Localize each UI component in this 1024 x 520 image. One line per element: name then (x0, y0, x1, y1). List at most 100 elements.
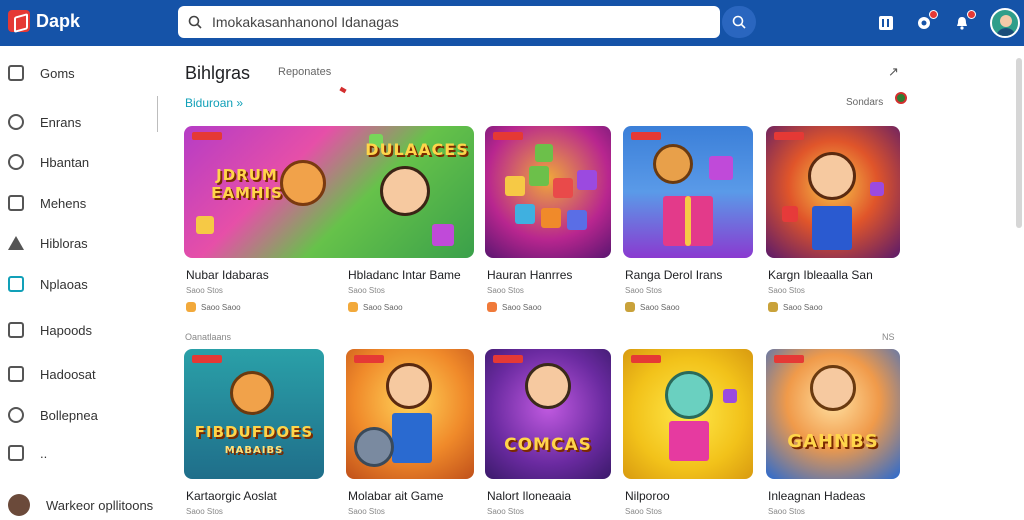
tag-badge (192, 355, 222, 363)
shield-icon (8, 154, 24, 170)
sidebar-item-more[interactable]: .. (0, 438, 158, 468)
search-icon (188, 15, 202, 29)
search-button[interactable] (722, 6, 756, 38)
game-title[interactable]: Nalort Iloneaaia (487, 489, 571, 503)
sidebar-item-goms[interactable]: Goms (0, 58, 158, 88)
sort-label[interactable]: Sondars (846, 97, 883, 108)
sidebar-item-label: Hbantan (40, 154, 90, 170)
search-input[interactable] (212, 14, 692, 30)
frying-pan (354, 427, 394, 467)
game-title[interactable]: Inleagnan Hadeas (768, 489, 865, 503)
game-card[interactable]: Ranga Derol Irans Saoo Stos Saoo Saoo (623, 126, 753, 312)
game-thumbnail[interactable] (485, 126, 611, 258)
game-thumbnail[interactable]: FIBDUFDOES MABAIBS (184, 349, 324, 479)
sidebar-item-label: Goms (40, 65, 75, 81)
sidebar-item-label: Nplaoas (40, 276, 88, 292)
game-thumbnail[interactable]: COMCAS (485, 349, 611, 479)
game-card[interactable]: JDRUM EAMHIS DULAACES Nubar Idabaras Sao… (184, 126, 474, 312)
game-card[interactable]: GAHNBS Inleagnan Hadeas Saoo Stos (766, 349, 900, 516)
alert-badge (967, 10, 976, 19)
character-fox (653, 144, 693, 184)
tag-badge (192, 132, 222, 140)
checkbox-icon (8, 195, 24, 211)
alerts-button[interactable] (952, 10, 976, 33)
page-subtitle[interactable]: Reponates (278, 66, 331, 78)
character-hero (808, 152, 856, 200)
ribbon-shape (685, 196, 691, 246)
thumbnail-title: GAHNBS (787, 431, 879, 452)
sidebar-item-hbantan[interactable]: Hbantan (0, 147, 158, 177)
tag-badge (774, 355, 804, 363)
sidebar: Goms Enrans Hbantan Mehens Hibloras Npla… (0, 46, 158, 516)
rating-icon (186, 302, 196, 312)
game-meta: Saoo Stos (768, 286, 805, 295)
game-title[interactable]: Hauran Hanrres (487, 268, 572, 282)
game-title[interactable]: Ranga Derol Irans (625, 268, 722, 282)
thumbnail-subtitle: MABAIBS (224, 445, 284, 456)
game-card[interactable]: Nilporoo Saoo Stos (623, 349, 753, 516)
thumbnail-title: COMCAS (504, 435, 592, 455)
sidebar-item-enrans[interactable]: Enrans (0, 107, 158, 137)
sidebar-item-hadoosat[interactable]: Hadoosat (0, 359, 158, 389)
gear-icon (8, 407, 24, 423)
sidebar-item-bollepnea[interactable]: Bollepnea (0, 400, 158, 430)
person-icon (8, 114, 24, 130)
rating-icon (348, 302, 358, 312)
sidebar-item-label: Hibloras (40, 235, 88, 251)
game-title[interactable]: Nubar Idabaras (186, 268, 269, 282)
cube-shape (553, 178, 573, 198)
search-bar[interactable] (178, 6, 720, 38)
user-avatar[interactable] (990, 8, 1020, 38)
section-label[interactable]: Biduroan » (185, 96, 243, 110)
game-title[interactable]: Kargn Ibleaalla San (768, 268, 873, 282)
rating-text: Saoo Saoo (363, 302, 403, 312)
game-meta: Saoo Stos (348, 286, 385, 295)
game-rating: Saoo Saoo (186, 302, 241, 312)
game-rating: Saoo Saoo (487, 302, 542, 312)
game-thumbnail[interactable] (346, 349, 474, 479)
cube-shape (432, 224, 454, 246)
game-title[interactable]: Kartaorgic Aoslat (186, 489, 277, 503)
game-thumbnail[interactable] (766, 126, 900, 258)
character-creature (230, 371, 274, 415)
game-thumbnail[interactable] (623, 349, 753, 479)
notifications-button[interactable] (914, 10, 938, 33)
app-name: Dapk (36, 10, 81, 31)
game-meta: Saoo Stos (487, 286, 524, 295)
rating-icon (768, 302, 778, 312)
library-button[interactable] (876, 13, 896, 33)
sidebar-item-hibloras[interactable]: Hibloras (0, 228, 158, 258)
game-card[interactable]: Molabar ait Game Saoo Stos (346, 349, 474, 516)
card-icon (8, 366, 24, 382)
cube-shape (505, 176, 525, 196)
game-thumbnail[interactable]: JDRUM EAMHIS DULAACES (184, 126, 474, 258)
section-label: Oanatlaans (185, 332, 232, 342)
sidebar-item-nplaoas[interactable]: Nplaoas (0, 269, 158, 299)
game-card[interactable]: Kargn Ibleaalla San Saoo Stos Saoo Saoo (766, 126, 900, 312)
game-card[interactable]: FIBDUFDOES MABAIBS Kartaorgic Aoslat Sao… (184, 349, 324, 516)
game-card[interactable]: Hauran Hanrres Saoo Stos Saoo Saoo (485, 126, 611, 312)
app-logo[interactable]: Dapk (8, 10, 80, 32)
tag-badge (631, 132, 661, 140)
sidebar-item-label: Mehens (40, 195, 87, 211)
sidebar-item-mehens[interactable]: Mehens (0, 188, 158, 218)
main-content: Bihlgras Reponates ↗ Biduroan » Sondars … (160, 46, 1014, 516)
tag-badge (493, 132, 523, 140)
sidebar-item-account[interactable]: Warkeor opllitoons (0, 490, 158, 520)
cube-shape (196, 216, 214, 234)
game-rating: Saoo Saoo (348, 302, 403, 312)
game-title[interactable]: Hbladanc Intar Bame (348, 268, 461, 282)
character-boy (386, 363, 432, 409)
game-title[interactable]: Molabar ait Game (348, 489, 443, 503)
game-thumbnail[interactable]: GAHNBS (766, 349, 900, 479)
expand-arrow-icon[interactable]: ↗ (888, 64, 899, 80)
sort-icon[interactable] (895, 92, 907, 104)
sidebar-item-hapoods[interactable]: Hapoods (0, 315, 158, 345)
sidebar-item-label: Hapoods (40, 322, 93, 338)
scrollbar[interactable] (1016, 58, 1022, 228)
game-thumbnail[interactable] (623, 126, 753, 258)
game-title[interactable]: Nilporoo (625, 489, 670, 503)
sidebar-item-label: Enrans (40, 114, 82, 130)
game-card[interactable]: COMCAS Nalort Iloneaaia Saoo Stos (485, 349, 611, 516)
character-creature (665, 371, 713, 419)
